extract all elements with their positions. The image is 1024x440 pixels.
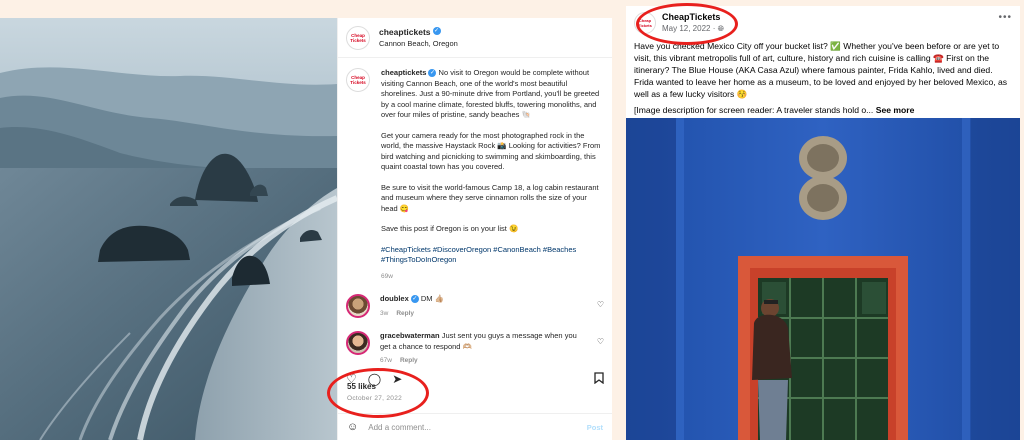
post-comments-area: Cheap Tickets cheaptickets ✓ No visit to … xyxy=(338,58,612,370)
comment-avatar[interactable] xyxy=(346,294,370,318)
comment-avatar[interactable] xyxy=(346,331,370,355)
fb-post-date: May 12, 2022 · 🌐︎ xyxy=(662,24,724,33)
action-bar: ♡ ◯ ➤ xyxy=(338,370,612,388)
verified-icon: ✓ xyxy=(432,26,441,35)
see-more-link[interactable]: See more xyxy=(876,105,915,115)
verified-icon: ✓ xyxy=(410,295,419,304)
reply-button[interactable]: Reply xyxy=(396,310,414,317)
instagram-sidebar: Cheap Tickets cheaptickets ✓ Cannon Beach… xyxy=(337,18,612,440)
likes-count[interactable]: 55 likes xyxy=(347,382,376,391)
post-header: Cheap Tickets cheaptickets ✓ Cannon Beach… xyxy=(338,18,612,58)
logo-text: Cheap Tickets xyxy=(638,18,652,28)
reply-button[interactable]: Reply xyxy=(400,357,418,364)
comment-meta: 3w Reply xyxy=(380,309,585,320)
caption-row: Cheap Tickets cheaptickets ✓ No visit to … xyxy=(346,68,604,282)
header-text: cheaptickets ✓ Cannon Beach, Oregon xyxy=(379,25,458,50)
comment-like-icon[interactable]: ♡ xyxy=(597,337,604,346)
comment-age: 67w xyxy=(380,357,392,364)
header-username[interactable]: cheaptickets xyxy=(379,27,431,37)
comment-meta: 67w Reply xyxy=(380,356,585,367)
share-icon[interactable]: ➤ xyxy=(392,373,402,385)
caption-avatar[interactable]: Cheap Tickets xyxy=(346,68,370,92)
caption-paragraph-4: Save this post if Oregon is on your list… xyxy=(381,224,519,233)
fb-header-text: CheapTickets May 12, 2022 · 🌐︎ xyxy=(662,12,724,34)
cheaptickets-avatar[interactable]: Cheap Tickets xyxy=(346,25,370,50)
caption-hashtags[interactable]: #CheapTickets #DiscoverOregon #CanonBeac… xyxy=(381,245,601,266)
logo-text: Cheap Tickets xyxy=(350,75,366,85)
fb-image-description: [Image description for screen reader: A … xyxy=(634,105,874,115)
header-location[interactable]: Cannon Beach, Oregon xyxy=(379,38,458,50)
fb-date-text[interactable]: May 12, 2022 xyxy=(662,24,710,33)
add-comment-bar: ☺ Post xyxy=(338,413,612,440)
fb-post-body: Have you checked Mexico City off your bu… xyxy=(634,41,1008,99)
comment-item: gracebwaterman Just sent you guys a mess… xyxy=(346,331,604,367)
comment-age: 3w xyxy=(380,309,389,317)
caption-username[interactable]: cheaptickets xyxy=(381,68,426,77)
cannon-beach-photo xyxy=(0,18,337,440)
comment-body: doublex ✓ DM 👍🏼 3w Reply xyxy=(380,294,585,319)
caption-text: cheaptickets ✓ No visit to Oregon would b… xyxy=(381,68,601,282)
emoji-icon[interactable]: ☺ xyxy=(347,421,358,433)
casa-azul-image xyxy=(626,118,1020,440)
facebook-post: Cheap Tickets CheapTickets May 12, 2022 … xyxy=(626,6,1020,440)
post-date: October 27, 2022 xyxy=(347,395,403,402)
verified-icon: ✓ xyxy=(428,69,437,78)
comment-text: DM 👍🏼 xyxy=(420,294,444,303)
comment-username[interactable]: doublex xyxy=(380,294,409,303)
caption-age: 69w xyxy=(381,272,393,280)
post-button[interactable]: Post xyxy=(587,423,603,432)
fb-page-name[interactable]: CheapTickets xyxy=(662,12,724,23)
comment-item: doublex ✓ DM 👍🏼 3w Reply ♡ xyxy=(346,294,604,319)
caption-paragraph-2: Get your camera ready for the most photo… xyxy=(381,130,601,172)
fb-post-header: Cheap Tickets CheapTickets May 12, 2022 … xyxy=(626,6,1020,36)
fb-avatar[interactable]: Cheap Tickets xyxy=(634,12,656,34)
casa-azul-photo xyxy=(626,118,1020,440)
comment-like-icon[interactable]: ♡ xyxy=(597,300,604,309)
comment-username[interactable]: gracebwaterman xyxy=(380,331,440,340)
instagram-post: Cheap Tickets cheaptickets ✓ Cannon Beach… xyxy=(0,18,612,440)
more-options-icon[interactable]: ••• xyxy=(998,12,1012,23)
caption-paragraph-3: Be sure to visit the world-famous Camp 1… xyxy=(381,182,599,213)
add-comment-input[interactable] xyxy=(368,422,559,432)
globe-icon: 🌐︎ xyxy=(717,24,724,33)
comment-body: gracebwaterman Just sent you guys a mess… xyxy=(380,331,585,367)
beach-image xyxy=(0,18,337,440)
fb-post-text: Have you checked Mexico City off your bu… xyxy=(634,40,1014,120)
logo-text: Cheap Tickets xyxy=(350,32,366,43)
bookmark-icon[interactable] xyxy=(594,372,604,386)
